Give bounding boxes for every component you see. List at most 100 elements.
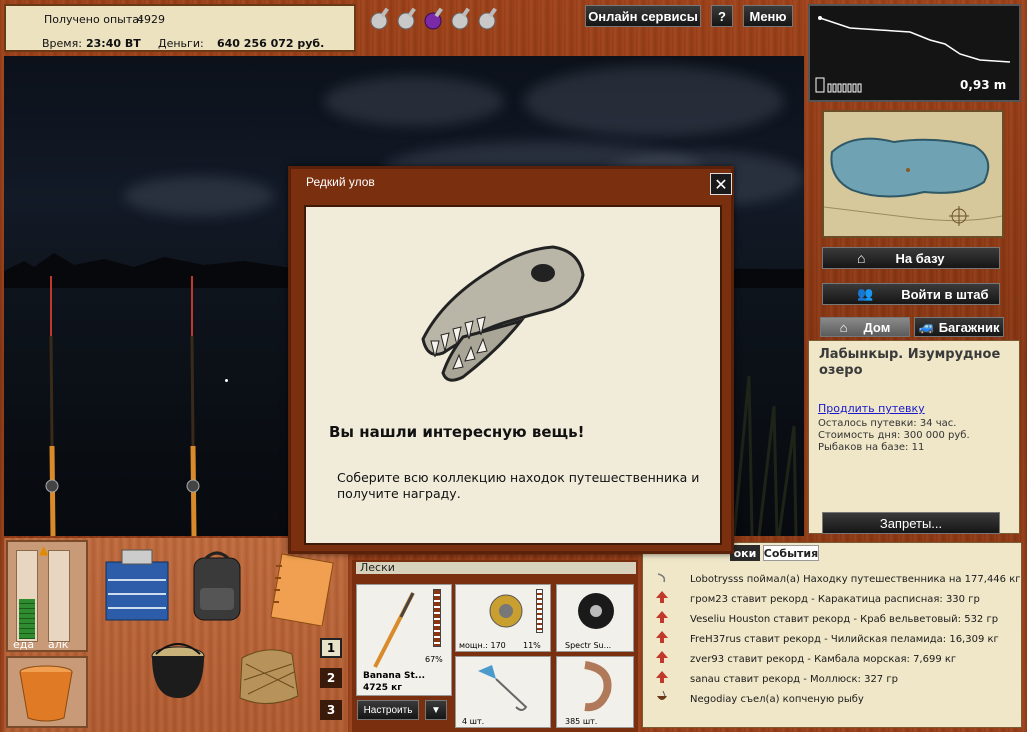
tab-trunk[interactable]: 🚙 Багажник [914,317,1004,337]
potion-icon[interactable] [397,7,416,30]
record-arrow-icon [656,591,668,603]
enter-hq-label: Войти в штаб [901,286,989,302]
event-row: zver93 ставит рекорд - Камбала морская: … [690,654,957,665]
fishers-count: Рыбаков на базе: 11 [818,442,925,453]
event-row: Negodiay съел(а) копченую рыбу [690,694,864,705]
experience-value: 4929 [137,13,165,26]
location-name: Лабынкыр. Изумрудное озеро [819,347,1001,378]
help-button[interactable]: ? [711,5,733,27]
record-arrow-icon [656,631,668,643]
potion-icon[interactable] [370,7,389,30]
to-base-button[interactable]: ⌂ На базу [822,247,1000,269]
potion-icon[interactable] [478,7,497,30]
close-button[interactable]: ✕ [710,173,732,195]
bait-slot[interactable]: 385 шт. [556,656,634,728]
alc-label: алк [48,638,69,651]
rod-slot[interactable]: 67% Banana St... 4725 кг [356,584,452,696]
potion-active-icon[interactable] [424,7,443,30]
rod-durability-bar [433,589,441,647]
fish-net-bag-icon[interactable] [232,640,304,710]
money-label: Деньги: [158,37,204,50]
player-stats-panel: Получено опыта: 4929 Время: 23:40 ВТ Ден… [4,4,356,52]
reel-durability-bar [536,589,543,633]
setup-button[interactable]: Настроить [357,700,419,720]
dialog-title: Редкий улов [306,175,375,189]
time-value: 23:40 ВТ [86,37,141,50]
extend-permit-link[interactable]: Продлить путевку [818,402,925,415]
record-arrow-icon [656,671,668,683]
event-row: Veseliu Houston ставит рекорд - Краб вел… [690,614,999,625]
tab-catches[interactable]: оки [730,545,760,561]
bonus-icons [368,6,503,32]
permit-time-left: Осталось путевки: 34 час. [818,418,957,429]
money-value: 640 256 072 руб. [217,37,325,50]
line-spool-icon [578,593,614,629]
online-services-button[interactable]: Онлайн сервисы [585,5,701,27]
depth-chart: 0,93 m [808,4,1021,102]
bucket-icon [19,665,73,722]
tab-trunk-label: Багажник [938,319,1000,335]
menu-button[interactable]: Меню [743,5,793,27]
setup-dropdown-button[interactable]: ▼ [425,700,447,720]
enter-hq-button[interactable]: 👥 Войти в штаб [822,283,1000,305]
people-icon: 👥 [857,286,874,301]
to-base-label: На базу [895,250,945,266]
rod-name: Banana St... [363,671,426,681]
slot-number-3[interactable]: 3 [320,700,342,720]
time-label: Время: [42,37,82,50]
tab-home-label: Дом [863,319,891,335]
tackle-box-icon[interactable] [102,546,174,624]
tab-events[interactable]: События [763,545,819,561]
dialog-message: Соберите всю коллекцию находок путешеств… [337,470,700,501]
event-row: Lobotrysss поймал(а) Находку путешествен… [690,574,1021,585]
potion-icon[interactable] [451,7,470,30]
rod-weight: 4725 кг [363,683,402,693]
house-icon: ⌂ [857,250,866,266]
rod-icon [373,592,415,668]
depth-value: 0,93 m [960,78,1007,92]
record-arrow-icon [656,611,668,623]
slot-number-2[interactable]: 2 [320,668,342,688]
food-bowl-icon [657,691,667,700]
lake-map[interactable] [822,110,1004,238]
line-section-label: Лески [360,562,395,574]
dialog-heading: Вы нашли интересную вещь! [329,423,585,441]
event-row: FreH37rus ставит рекорд - Чилийская пела… [690,634,999,645]
event-row: гром23 ставит рекорд - Каракатица распис… [690,594,980,605]
warning-icon: ▲ [39,543,49,557]
fossil-skull-icon [421,245,585,382]
rod-percent: 67% [425,655,443,664]
line-tension-bar: Лески [356,562,636,574]
bans-button[interactable]: Запреты... [822,512,1000,534]
rare-catch-dialog: Редкий улов ✕ Вы нашли интересную вещь! … [288,166,734,554]
reel-percent: 11% [523,641,541,650]
line-name: Spectr Su... [565,641,612,650]
hook-slot[interactable]: 4 шт. [455,656,551,728]
food-label: еда [13,638,35,651]
experience-label: Получено опыта: [44,13,143,26]
record-arrow-icon [656,651,668,663]
line-slot[interactable]: Spectr Su... [556,584,634,652]
event-row: sanau ставит рекорд - Моллюск: 327 гр [690,674,898,685]
tab-home[interactable]: ⌂ Дом [820,317,910,337]
reel-slot[interactable]: мощн.: 170 11% [455,584,551,652]
car-icon: 🚙 [918,319,935,334]
notebook-icon[interactable] [268,552,334,626]
day-cost: Стоимость дня: 300 000 руб. [818,430,970,441]
food-bar-fill [19,599,35,639]
alc-bar [48,550,70,642]
hook-icon [657,573,666,583]
bait-count: 385 шт. [565,717,598,726]
slot-number-1[interactable]: 1 [320,638,342,658]
shrimp-bait-icon [584,661,612,712]
close-icon: ✕ [714,174,728,194]
cauldron-icon[interactable] [146,634,210,706]
reel-power: мощн.: 170 [459,641,506,650]
feeder-hook-icon [478,665,528,711]
fishing-rods[interactable] [34,276,234,536]
bobber-light [225,379,228,382]
bucket-slot[interactable] [6,656,88,728]
dialog-body: Вы нашли интересную вещь! Соберите всю к… [304,205,722,545]
reel-icon [489,594,523,628]
backpack-icon[interactable] [186,548,248,624]
